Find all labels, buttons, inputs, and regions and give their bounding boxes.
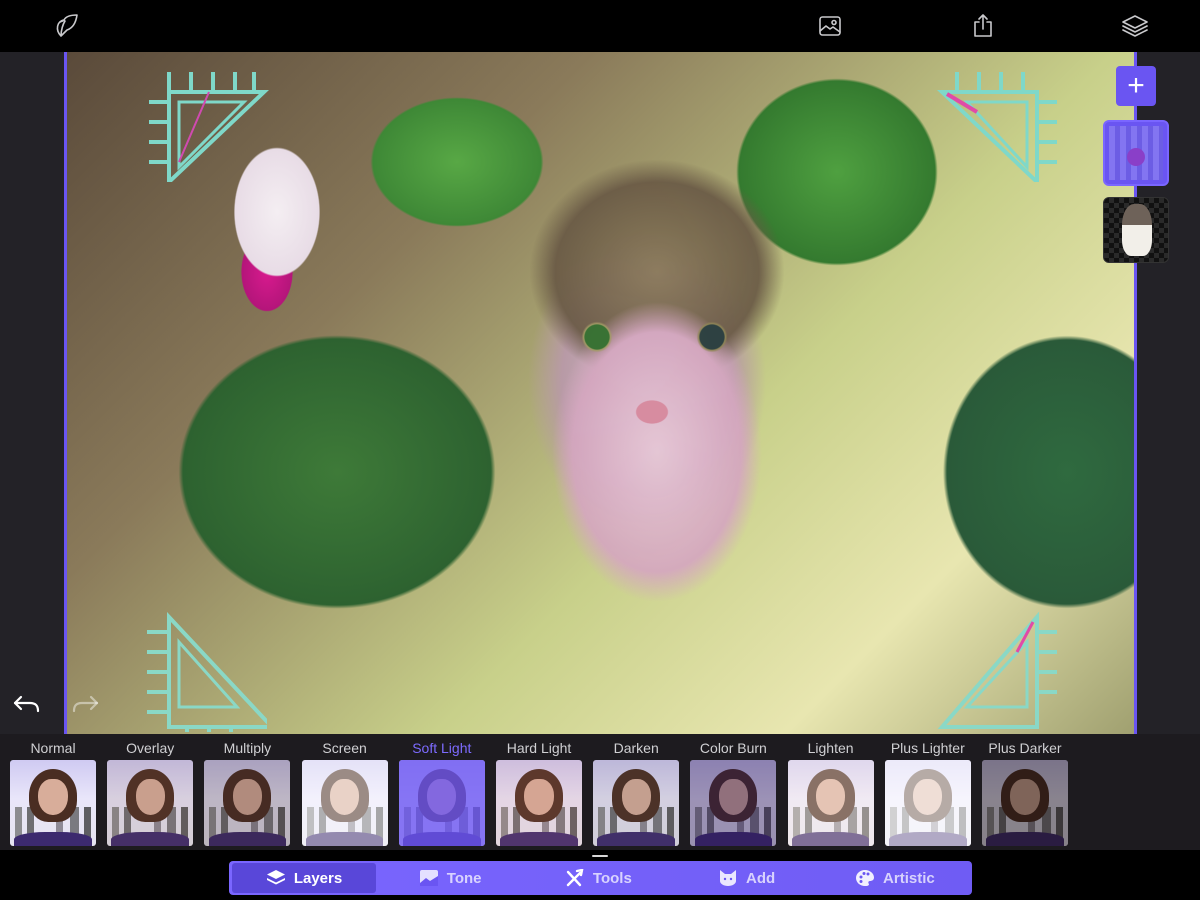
preview-tint <box>787 760 874 846</box>
cat-face-icon <box>720 870 737 886</box>
share-button[interactable] <box>969 12 997 40</box>
redo-arrow-icon <box>72 695 99 713</box>
tab-artistic[interactable]: Artistic <box>821 863 969 893</box>
blend-mode-option[interactable]: Hard Light <box>496 734 582 846</box>
cat-layer-preview <box>1122 204 1152 256</box>
corner-frame-sticker-top-right[interactable] <box>936 62 1057 187</box>
blend-mode-option[interactable]: Multiply <box>204 734 291 846</box>
blend-mode-option[interactable]: Lighten <box>787 734 874 846</box>
tab-label: Tools <box>592 869 632 887</box>
blend-mode-label: Soft Light <box>412 740 472 756</box>
blend-mode-preview <box>690 760 777 846</box>
blend-mode-option[interactable]: Plus Lighter <box>884 734 971 846</box>
blend-mode-preview <box>10 760 96 846</box>
add-layer-button[interactable]: + <box>1116 66 1156 106</box>
workspace: + <box>0 52 1200 734</box>
tab-label: Layers <box>293 869 343 887</box>
blend-mode-label: Lighten <box>807 740 854 756</box>
panel-drag-handle[interactable] <box>592 855 608 857</box>
preview-tint <box>496 760 582 846</box>
layers-button[interactable] <box>1121 12 1149 40</box>
tab-label: Tone <box>446 869 482 887</box>
bottom-tab-bar: Layers Tone Tools Add Artistic <box>229 861 972 895</box>
blend-mode-label: Overlay <box>126 740 175 756</box>
image-canvas[interactable] <box>64 52 1137 734</box>
preview-tint <box>690 760 777 846</box>
blend-mode-preview <box>787 760 874 846</box>
sticker-layer-preview-blob <box>1127 148 1145 166</box>
blend-mode-label: Multiply <box>223 740 272 756</box>
leaf-logo-icon[interactable] <box>52 12 80 40</box>
layer-thumbnail-cat[interactable] <box>1103 197 1169 263</box>
blend-mode-preview <box>593 760 680 846</box>
blend-mode-preview <box>398 760 485 846</box>
tab-add[interactable]: Add <box>673 863 821 893</box>
cat-photo-layer <box>487 92 827 652</box>
tab-tools[interactable]: Tools <box>524 863 672 893</box>
preview-tint <box>10 760 96 846</box>
corner-frame-sticker-bottom-right[interactable] <box>937 611 1057 732</box>
blend-mode-preview <box>107 760 194 846</box>
blend-mode-option[interactable]: Normal <box>10 734 96 846</box>
blend-mode-picker: Normal Overlay Multiply Screen Soft Light Har… <box>0 734 1200 850</box>
preview-tint <box>884 760 971 846</box>
blend-mode-option[interactable]: Soft Light <box>398 734 485 846</box>
share-icon <box>974 14 992 37</box>
layer-thumbnail-sticker[interactable] <box>1103 120 1169 186</box>
blend-mode-preview <box>301 760 388 846</box>
corner-frame-sticker-top-left[interactable] <box>149 62 270 187</box>
blend-mode-option[interactable]: Darken <box>593 734 680 846</box>
preview-tint <box>982 760 1068 846</box>
blend-mode-preview <box>982 760 1068 846</box>
tools-icon <box>566 869 584 887</box>
blend-mode-label: Darken <box>613 740 659 756</box>
blend-mode-label: Screen <box>322 740 367 756</box>
blend-mode-label: Hard Light <box>506 740 572 756</box>
tab-label: Add <box>746 869 776 887</box>
preview-tint <box>398 760 485 846</box>
redo-button[interactable] <box>70 692 100 716</box>
tab-layers[interactable]: Layers <box>232 863 376 893</box>
blend-mode-option[interactable]: Overlay <box>107 734 194 846</box>
image-icon <box>819 16 841 36</box>
preview-tint <box>593 760 680 846</box>
preview-tint <box>301 760 388 846</box>
blend-mode-option[interactable]: Plus Darker <box>982 734 1068 846</box>
palette-icon <box>856 870 875 886</box>
tone-image-icon <box>419 870 438 886</box>
plus-icon: + <box>1127 69 1145 102</box>
blend-mode-label: Plus Darker <box>988 740 1062 756</box>
tab-label: Artistic <box>883 869 935 887</box>
blend-mode-option[interactable]: Screen <box>301 734 388 846</box>
blend-mode-label: Normal <box>30 740 76 756</box>
blend-mode-option[interactable]: Color Burn <box>690 734 777 846</box>
preview-tint <box>204 760 291 846</box>
tab-tone[interactable]: Tone <box>376 863 524 893</box>
undo-arrow-icon <box>13 695 40 713</box>
blend-mode-preview <box>884 760 971 846</box>
layers-icon <box>266 870 285 885</box>
blend-mode-label: Plus Lighter <box>890 740 965 756</box>
corner-frame-sticker-bottom-left[interactable] <box>147 611 277 734</box>
blend-mode-preview <box>496 760 582 846</box>
layers-stack-icon <box>1122 15 1148 37</box>
blend-mode-preview <box>204 760 291 846</box>
blend-mode-label: Color Burn <box>699 740 767 756</box>
preview-tint <box>107 760 194 846</box>
top-toolbar <box>0 0 1200 52</box>
photo-library-button[interactable] <box>816 12 844 40</box>
undo-button[interactable] <box>12 692 42 716</box>
